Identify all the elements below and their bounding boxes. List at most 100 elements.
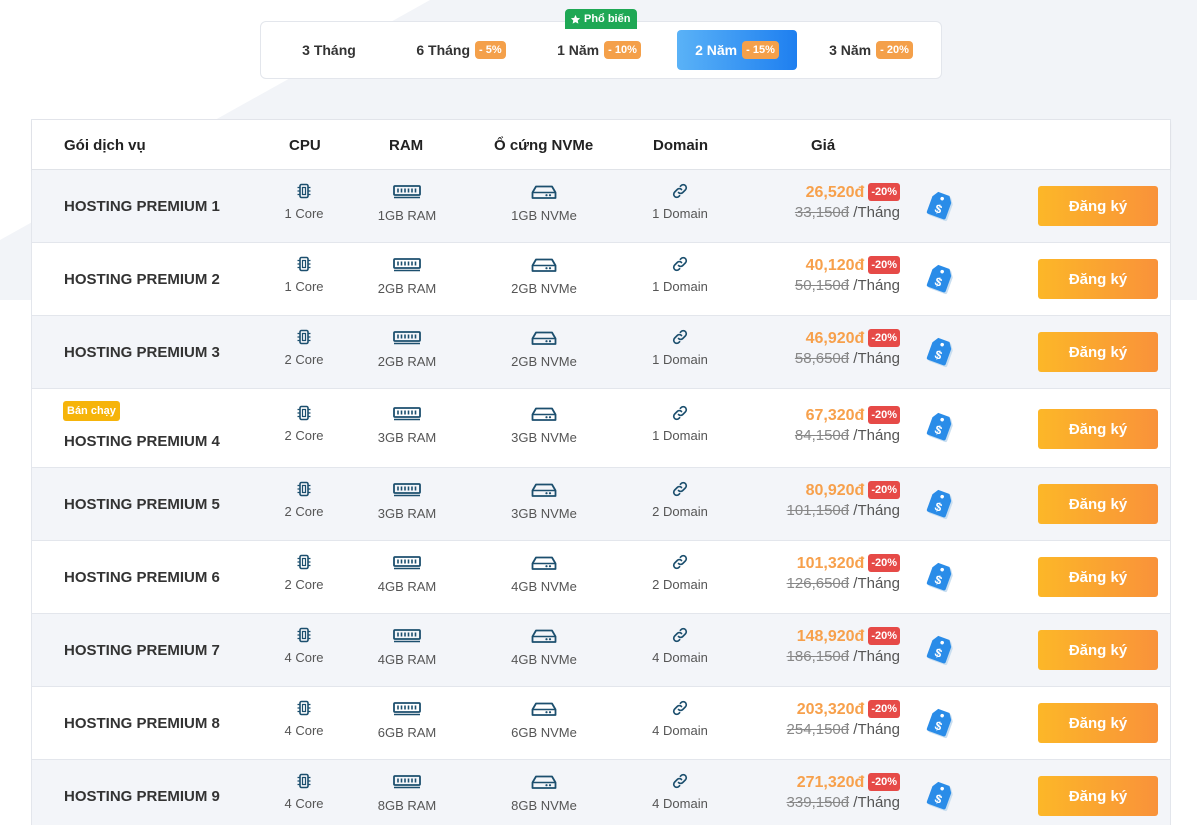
tab-3-months[interactable]: 3 Tháng [289, 30, 369, 70]
ram-cell: 3GB RAM [347, 482, 467, 521]
discount-badge: -20% [868, 481, 900, 499]
cpu-cell: 2 Core [244, 404, 364, 443]
hard-drive-icon [531, 702, 557, 716]
discount-badge: -20% [868, 627, 900, 645]
disk-value: 2GB NVMe [511, 354, 577, 369]
header-service: Gói dịch vụ [64, 136, 146, 154]
tab-label: 1 Năm [557, 42, 600, 58]
disk-value: 8GB NVMe [511, 798, 577, 813]
tab-discount-badge: - 5% [475, 41, 506, 59]
ram-value: 2GB RAM [377, 281, 437, 296]
price-tag-icon: $ [926, 635, 953, 666]
disk-value: 1GB NVMe [511, 208, 577, 223]
table-row: HOSTING PREMIUM 3 2 Core 2GB RAM 2GB NVMe 1 … [32, 316, 1170, 389]
cpu-cell: 1 Core [244, 182, 364, 221]
memory-icon [393, 629, 421, 643]
original-price: 50,150đ [794, 277, 850, 294]
table-row: HOSTING PREMIUM 7 4 Core 4GB RAM 4GB NVMe 4 … [32, 614, 1170, 687]
price-tag: $ [925, 187, 959, 228]
hard-drive-icon [531, 331, 557, 345]
cpu-cell: 2 Core [244, 328, 364, 367]
tab-label: 6 Tháng [416, 42, 471, 58]
table-row: Bán chạy HOSTING PREMIUM 4 2 Core 3GB RAM 3G… [32, 389, 1170, 468]
link-icon [672, 329, 688, 345]
cpu-value: 4 Core [284, 723, 324, 738]
hard-drive-icon [531, 775, 557, 789]
original-price: 33,150đ [794, 204, 850, 221]
per-month-label: /Tháng [853, 721, 900, 738]
disk-value: 6GB NVMe [511, 725, 577, 740]
disk-cell: 3GB NVMe [484, 406, 604, 445]
table-row: HOSTING PREMIUM 6 2 Core 4GB RAM 4GB NVMe 2 … [32, 541, 1170, 614]
register-button[interactable]: Đăng ký [1038, 776, 1158, 816]
price-tag-icon: $ [926, 191, 953, 222]
domain-cell: 1 Domain [620, 255, 740, 294]
price-cell: 148,920đ -20% 186,150đ /Tháng [732, 627, 900, 665]
tab-2-years[interactable]: 2 Năm - 15% [677, 30, 797, 70]
register-button[interactable]: Đăng ký [1038, 630, 1158, 670]
domain-cell: 1 Domain [620, 404, 740, 443]
ram-value: 1GB RAM [377, 208, 437, 223]
original-price: 58,650đ [794, 350, 850, 367]
discount-badge: -20% [868, 406, 900, 424]
price-tag-icon: $ [926, 489, 953, 520]
hard-drive-icon [531, 629, 557, 643]
disk-cell: 6GB NVMe [484, 701, 604, 740]
chip-icon [297, 627, 311, 643]
cpu-value: 2 Core [284, 352, 324, 367]
link-icon [672, 256, 688, 272]
cpu-value: 4 Core [284, 796, 324, 811]
memory-icon [393, 331, 421, 345]
register-button[interactable]: Đăng ký [1038, 186, 1158, 226]
per-month-label: /Tháng [853, 427, 900, 444]
ram-cell: 3GB RAM [347, 406, 467, 445]
register-button[interactable]: Đăng ký [1038, 332, 1158, 372]
tab-1-year[interactable]: 1 Năm - 10% [549, 30, 649, 70]
tab-discount-badge: - 10% [604, 41, 641, 59]
ram-value: 3GB RAM [377, 506, 437, 521]
register-button[interactable]: Đăng ký [1038, 259, 1158, 299]
per-month-label: /Tháng [853, 204, 900, 221]
hard-drive-icon [531, 483, 557, 497]
table-row: HOSTING PREMIUM 9 4 Core 8GB RAM 8GB NVMe 4 … [32, 760, 1170, 825]
hard-drive-icon [531, 258, 557, 272]
memory-icon [393, 775, 421, 789]
disk-value: 3GB NVMe [511, 430, 577, 445]
ram-cell: 6GB RAM [347, 701, 467, 740]
cpu-value: 1 Core [284, 279, 324, 294]
table-row: HOSTING PREMIUM 5 2 Core 3GB RAM 3GB NVMe 2 … [32, 468, 1170, 541]
register-button[interactable]: Đăng ký [1038, 557, 1158, 597]
hard-drive-icon [531, 185, 557, 199]
price-cell: 80,920đ -20% 101,150đ /Tháng [732, 481, 900, 519]
memory-icon [393, 556, 421, 570]
ram-value: 4GB RAM [377, 579, 437, 594]
domain-cell: 1 Domain [620, 182, 740, 221]
cpu-value: 4 Core [284, 650, 324, 665]
cpu-cell: 4 Core [244, 772, 364, 811]
memory-icon [393, 258, 421, 272]
register-button[interactable]: Đăng ký [1038, 409, 1158, 449]
cpu-cell: 1 Core [244, 255, 364, 294]
table-row: HOSTING PREMIUM 8 4 Core 6GB RAM 6GB NVMe 4 … [32, 687, 1170, 760]
register-button[interactable]: Đăng ký [1038, 484, 1158, 524]
disk-cell: 3GB NVMe [484, 482, 604, 521]
memory-icon [393, 407, 421, 421]
link-icon [672, 405, 688, 421]
price-cell: 203,320đ -20% 254,150đ /Tháng [732, 700, 900, 738]
link-icon [672, 554, 688, 570]
header-price: Giá [811, 136, 836, 154]
plan-name: HOSTING PREMIUM 7 [64, 642, 220, 659]
cpu-cell: 2 Core [244, 480, 364, 519]
disk-cell: 2GB NVMe [484, 257, 604, 296]
register-button[interactable]: Đăng ký [1038, 703, 1158, 743]
table-header: Gói dịch vụ CPU RAM Ổ cứng NVMe Domain G… [32, 120, 1170, 170]
per-month-label: /Tháng [853, 350, 900, 367]
cpu-value: 2 Core [284, 504, 324, 519]
chip-icon [297, 329, 311, 345]
header-disk: Ổ cứng NVMe [494, 136, 594, 154]
price-cell: 67,320đ -20% 84,150đ /Tháng [732, 406, 900, 444]
tab-6-months[interactable]: 6 Tháng - 5% [411, 30, 511, 70]
plan-name: HOSTING PREMIUM 9 [64, 788, 220, 805]
pricing-table: Gói dịch vụ CPU RAM Ổ cứng NVMe Domain G… [31, 119, 1171, 825]
tab-3-years[interactable]: 3 Năm - 20% [821, 30, 921, 70]
